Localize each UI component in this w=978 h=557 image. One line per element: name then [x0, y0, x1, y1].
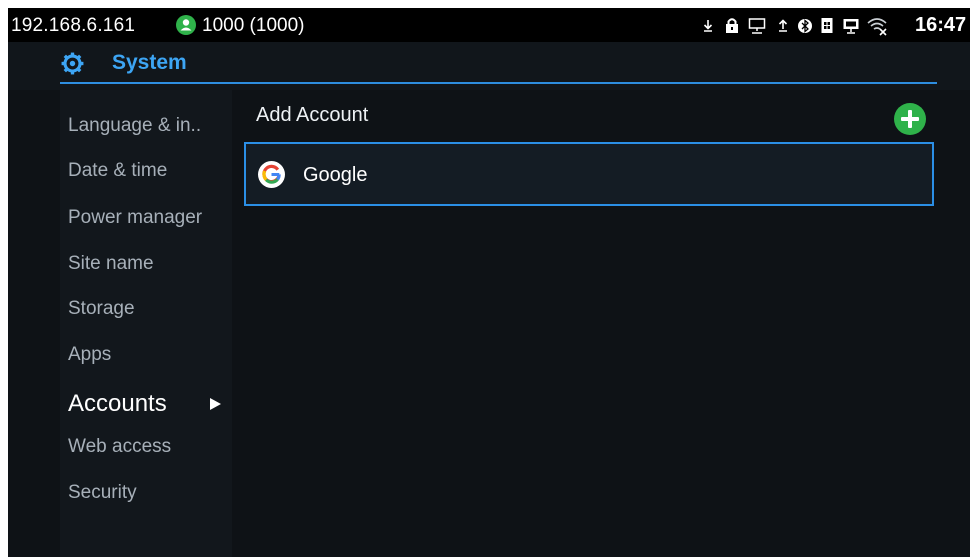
lock-icon [724, 16, 740, 41]
status-bar: 192.168.6.161 1000 (1000) 16:47 [8, 8, 970, 42]
sidebar-item-web-access[interactable]: Web access [68, 436, 171, 458]
sidebar-item-security[interactable]: Security [68, 482, 137, 504]
network-icon [748, 16, 766, 41]
wifi-icon [866, 16, 888, 41]
add-account-label: Add Account [256, 104, 369, 126]
account-status-icon [176, 15, 196, 35]
download-icon [702, 16, 714, 41]
google-icon [258, 161, 285, 188]
header-divider [60, 82, 937, 84]
sidebar-item-date-time[interactable]: Date & time [68, 160, 167, 182]
account-status-text: 1000 (1000) [202, 15, 305, 36]
bluetooth-icon [797, 16, 813, 41]
upload-icon [777, 16, 789, 41]
gear-icon [60, 51, 85, 76]
sidebar-item-storage[interactable]: Storage [68, 298, 135, 320]
sidebar-item-apps[interactable]: Apps [68, 344, 111, 366]
sidebar-item-language[interactable]: Language & in.. [68, 115, 201, 137]
clock: 16:47 [915, 14, 967, 36]
sidebar-item-accounts[interactable]: Accounts [68, 390, 167, 418]
sidebar-item-site-name[interactable]: Site name [68, 253, 154, 275]
sidebar-item-power-manager[interactable]: Power manager [68, 207, 202, 229]
monitor-icon [842, 16, 860, 41]
sim-icon [820, 16, 834, 41]
account-label: Google [303, 164, 368, 186]
add-account-button[interactable] [894, 103, 926, 135]
ip-address: 192.168.6.161 [11, 15, 136, 36]
selected-arrow-icon [207, 396, 223, 412]
account-row-google[interactable]: Google [244, 142, 934, 206]
screen: 192.168.6.161 1000 (1000) 16:47 System L… [8, 8, 970, 557]
page-title: System [112, 51, 187, 74]
